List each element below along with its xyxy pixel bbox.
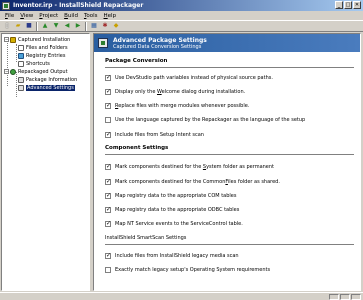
shortcut-icon bbox=[18, 60, 24, 67]
checkbox-row[interactable]: Map NT Service events to the ServiceCont… bbox=[105, 220, 243, 228]
maximize-button[interactable]: □ bbox=[344, 1, 352, 9]
status-pane bbox=[2, 294, 10, 300]
options-icon[interactable]: ◆ bbox=[112, 22, 120, 30]
menu-build[interactable]: Build bbox=[61, 13, 81, 19]
status-pane bbox=[329, 293, 339, 300]
checkbox[interactable] bbox=[105, 252, 111, 260]
checkbox-row[interactable]: Display only the Welcome dialog during i… bbox=[105, 88, 245, 96]
tree-item-repackaged-output[interactable]: − Repackaged Output bbox=[4, 68, 68, 75]
checkbox-row[interactable]: Include files from Setup Intent scan bbox=[105, 131, 204, 139]
save-icon[interactable]: ■ bbox=[25, 22, 33, 30]
checkbox-row[interactable]: Use DevStudio path variables instead of … bbox=[105, 74, 273, 82]
package-icon bbox=[18, 76, 24, 83]
status-pane bbox=[351, 293, 361, 300]
checkbox[interactable] bbox=[105, 267, 111, 273]
status-pane bbox=[340, 293, 350, 300]
close-button[interactable]: ✕ bbox=[353, 1, 361, 9]
output-icon bbox=[10, 68, 16, 75]
project-tree[interactable]: − Captured Installation Files and Folder… bbox=[1, 33, 90, 291]
file-icon bbox=[18, 44, 24, 51]
tree-item-registry-entries[interactable]: Registry Entries bbox=[18, 52, 65, 59]
app-window: Inventor.irp - InstallShield Repackager … bbox=[0, 0, 363, 300]
down-icon[interactable]: ▼ bbox=[52, 22, 60, 30]
panel-subtitle: Captured Data Conversion Settings bbox=[113, 43, 202, 50]
window-title: Inventor.irp - InstallShield Repackager bbox=[13, 2, 144, 9]
settings-panel: Advanced Package Settings Captured Data … bbox=[93, 33, 361, 291]
tree-line bbox=[16, 44, 17, 62]
tree-item-files-and-folders[interactable]: Files and Folders bbox=[18, 44, 68, 51]
view-icon[interactable]: ▦ bbox=[90, 22, 98, 30]
panel-title: Advanced Package Settings bbox=[113, 36, 207, 44]
checkbox[interactable] bbox=[105, 163, 111, 171]
checkbox[interactable] bbox=[105, 74, 111, 82]
settings-icon bbox=[18, 84, 24, 91]
section-heading-smartscan: InstallShield SmartScan Settings bbox=[105, 235, 187, 241]
tree-item-package-information[interactable]: Package Information bbox=[18, 76, 77, 83]
title-bar[interactable]: Inventor.irp - InstallShield Repackager … bbox=[0, 0, 363, 11]
checkbox[interactable] bbox=[105, 131, 111, 139]
menu-tools[interactable]: Tools bbox=[81, 13, 101, 19]
checkbox-row[interactable]: Include files from InstallShield legacy … bbox=[105, 252, 239, 260]
toolbar-separator bbox=[36, 21, 38, 31]
section-divider bbox=[105, 244, 354, 246]
checkbox-row[interactable]: Exactly match legacy setup's Operating S… bbox=[105, 266, 270, 274]
toolbar: ▯ ▰ ■ ▲ ▼ ◀ ▶ ▦ ✱ ◆ bbox=[0, 20, 363, 32]
checkbox[interactable] bbox=[105, 178, 111, 186]
registry-icon bbox=[18, 52, 24, 59]
folder-icon bbox=[10, 36, 16, 43]
menu-project[interactable]: Project bbox=[36, 13, 61, 19]
section-heading-component-settings: Component Settings bbox=[105, 145, 169, 151]
new-icon[interactable]: ▯ bbox=[3, 22, 11, 30]
checkbox-row[interactable]: Map registry data to the appropriate COM… bbox=[105, 192, 236, 200]
checkbox-row[interactable]: Replace files with merge modules wheneve… bbox=[105, 102, 249, 110]
minimize-button[interactable]: _ bbox=[335, 1, 343, 9]
collapse-icon[interactable]: − bbox=[4, 37, 9, 42]
tree-line bbox=[16, 72, 17, 97]
menu-view[interactable]: View bbox=[17, 13, 36, 19]
checkbox[interactable] bbox=[105, 117, 111, 123]
tree-item-shortcuts[interactable]: Shortcuts bbox=[18, 60, 50, 67]
section-divider bbox=[105, 154, 354, 156]
checkbox-row[interactable]: Mark components destined for the CommonF… bbox=[105, 178, 280, 186]
toolbar-separator bbox=[85, 21, 87, 31]
forward-icon[interactable]: ▶ bbox=[74, 22, 82, 30]
checkbox[interactable] bbox=[105, 220, 111, 228]
settings-header-icon bbox=[98, 38, 108, 48]
menu-help[interactable]: Help bbox=[101, 13, 120, 19]
checkbox-row[interactable]: Use the language captured by the Repacka… bbox=[105, 116, 305, 124]
checkbox[interactable] bbox=[105, 192, 111, 200]
tree-line bbox=[7, 41, 8, 86]
checkbox-row[interactable]: Map registry data to the appropriate ODB… bbox=[105, 206, 239, 214]
up-icon[interactable]: ▲ bbox=[41, 22, 49, 30]
build-icon[interactable]: ✱ bbox=[101, 22, 109, 30]
menu-file[interactable]: File bbox=[2, 13, 17, 19]
checkbox[interactable] bbox=[105, 88, 111, 96]
open-icon[interactable]: ▰ bbox=[14, 22, 22, 30]
checkbox[interactable] bbox=[105, 206, 111, 214]
section-heading-package-conversion: Package Conversion bbox=[105, 58, 168, 64]
checkbox-row[interactable]: Mark components destined for the System … bbox=[105, 163, 274, 171]
back-icon[interactable]: ◀ bbox=[63, 22, 71, 30]
window-controls: _ □ ✕ bbox=[335, 1, 361, 9]
tree-item-advanced-settings[interactable]: Advanced Settings bbox=[18, 84, 75, 91]
checkbox[interactable] bbox=[105, 102, 111, 110]
collapse-icon[interactable]: − bbox=[4, 69, 9, 74]
tree-item-captured-installation[interactable]: − Captured Installation bbox=[4, 36, 70, 43]
menu-bar: File View Project Build Tools Help bbox=[0, 11, 363, 20]
app-icon bbox=[2, 1, 10, 10]
section-divider bbox=[105, 67, 354, 69]
panel-header: Advanced Package Settings Captured Data … bbox=[94, 34, 360, 52]
status-bar bbox=[0, 292, 363, 300]
